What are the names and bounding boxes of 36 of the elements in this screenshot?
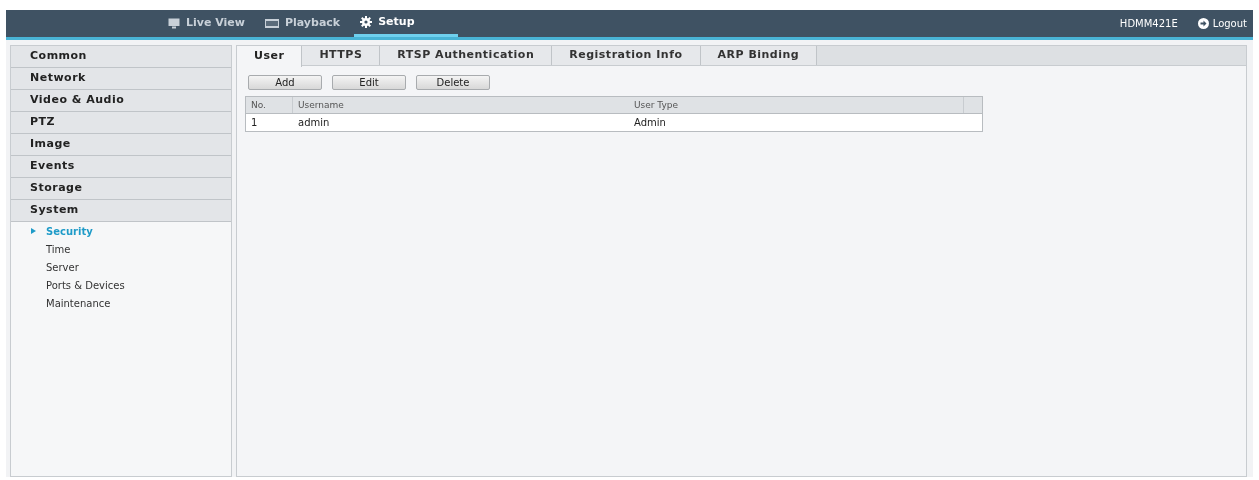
column-header: No. (246, 97, 293, 113)
sidebar-item[interactable]: PTZ (11, 112, 231, 134)
column-header: User Type (629, 97, 964, 113)
tab[interactable]: ARP Binding (700, 46, 818, 65)
sidebar-item[interactable]: Network (11, 68, 231, 90)
logout-link[interactable]: Logout (1197, 16, 1247, 31)
tab[interactable]: Registration Info (552, 46, 701, 65)
device-name: HDMM421E (1119, 17, 1178, 31)
tab[interactable]: HTTPS (302, 46, 381, 65)
column-header: Username (297, 99, 345, 112)
nav-tab[interactable]: Live View (162, 10, 251, 37)
gear-icon (360, 16, 373, 28)
monitor-icon (168, 18, 180, 29)
sidebar-subitem[interactable]: Time (11, 240, 231, 258)
action-button[interactable]: Delete (416, 75, 490, 90)
sidebar-item[interactable]: Common (11, 46, 231, 68)
sidebar-subitem[interactable]: Maintenance (11, 294, 231, 312)
sidebar-subitem[interactable]: Ports & Devices (11, 276, 231, 294)
nav-tab[interactable]: Playback (258, 10, 347, 37)
sidebar-item[interactable]: Video & Audio (11, 90, 231, 112)
sidebar-item[interactable]: Events (11, 156, 231, 178)
tab[interactable]: RTSP Authentication (380, 46, 553, 65)
sidebar-item[interactable]: System (11, 200, 231, 222)
triangle-icon (31, 228, 36, 234)
action-button[interactable]: Edit (332, 75, 406, 90)
table-cell-text: 1 (250, 116, 259, 130)
sidebar-item[interactable]: Storage (11, 178, 231, 200)
arrow-icon (1197, 18, 1209, 29)
table-cell-text: admin (297, 116, 331, 130)
action-button[interactable]: Add (248, 75, 322, 90)
sidebar-subitem[interactable]: Server (11, 258, 231, 276)
film-icon (264, 19, 279, 28)
sidebar-item[interactable]: Image (11, 134, 231, 156)
tab[interactable]: User (237, 46, 303, 67)
table-cell-text: Admin (633, 116, 667, 130)
nav-tab[interactable]: Setup (354, 10, 459, 37)
